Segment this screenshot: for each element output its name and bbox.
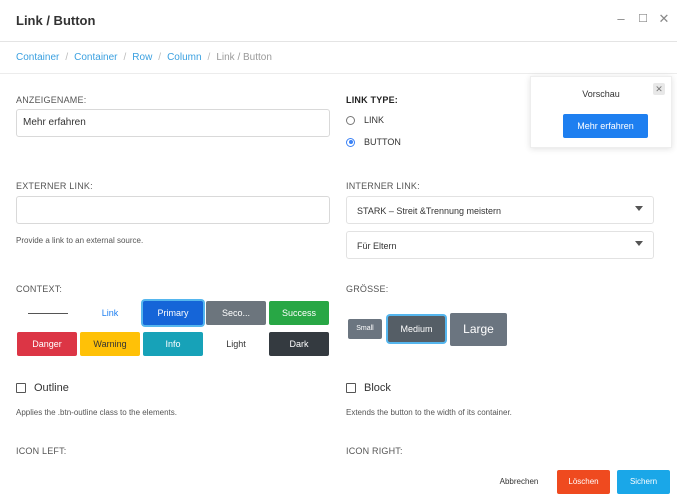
outline-help: Applies the .btn-outline class to the el…	[16, 408, 177, 417]
intern-link-select-value: STARK – Streit &Trennung meistern	[357, 206, 502, 216]
breadcrumb: Container / Container / Row / Column / Link / Bu…	[16, 52, 272, 63]
context-dark-button[interactable]: Dark	[269, 332, 329, 356]
breadcrumb-item-column[interactable]: Column	[167, 52, 201, 63]
intern-link-sub-select[interactable]: Für Eltern	[346, 231, 654, 259]
breadcrumb-separator: /	[123, 52, 127, 63]
block-checkbox-label: Block	[364, 382, 391, 394]
context-light-button[interactable]: Light	[206, 332, 266, 356]
outline-checkbox-box[interactable]	[16, 383, 26, 393]
breadcrumb-item-container[interactable]: Container	[16, 52, 59, 63]
radio-link-indicator[interactable]	[346, 115, 355, 125]
preview-button[interactable]: Mehr erfahren	[563, 114, 648, 138]
context-none-line[interactable]	[28, 313, 68, 314]
block-checkbox-box[interactable]	[346, 383, 356, 393]
breadcrumb-separator: /	[207, 52, 211, 63]
context-warning-button[interactable]: Warning	[80, 332, 140, 356]
extern-link-input[interactable]	[16, 196, 330, 224]
size-small-button[interactable]: Small	[348, 319, 382, 339]
maximize-icon[interactable]: ☐	[636, 11, 650, 27]
breadcrumb-item-container-2[interactable]: Container	[74, 52, 117, 63]
radio-link-label: LINK	[364, 115, 385, 125]
context-link-button[interactable]: Link	[80, 301, 140, 325]
extern-link-help: Provide a link to an external source.	[16, 236, 144, 245]
preview-title: Vorschau	[582, 89, 620, 99]
breadcrumb-separator: /	[65, 52, 69, 63]
breadcrumb-separator: /	[158, 52, 162, 63]
preview-panel: Vorschau ✕ Mehr erfahren	[530, 76, 672, 148]
title-bar: Link / Button – ☐ ✕	[0, 0, 677, 42]
intern-link-select[interactable]: STARK – Streit &Trennung meistern	[346, 196, 654, 224]
context-info-button[interactable]: Info	[143, 332, 203, 356]
delete-button[interactable]: Löschen	[557, 470, 610, 494]
size-label: GRÖSSE:	[346, 284, 389, 294]
save-button[interactable]: Sichern	[617, 470, 670, 494]
divider	[0, 73, 677, 74]
radio-button-label: BUTTON	[364, 137, 401, 147]
outline-checkbox-label: Outline	[34, 382, 69, 394]
context-label: CONTEXT:	[16, 284, 63, 294]
context-primary-button[interactable]: Primary	[143, 301, 203, 325]
intern-link-label: INTERNER LINK:	[346, 181, 420, 191]
chevron-down-icon	[635, 241, 643, 246]
size-medium-button[interactable]: Medium	[388, 316, 445, 342]
window-title: Link / Button	[16, 13, 96, 28]
outline-checkbox[interactable]: Outline	[16, 382, 69, 394]
radio-button-indicator[interactable]	[346, 137, 355, 147]
context-success-button[interactable]: Success	[269, 301, 329, 325]
link-type-label: LINK TYPE:	[346, 95, 399, 105]
close-icon[interactable]: ✕	[657, 11, 671, 27]
minimize-icon[interactable]: –	[614, 11, 628, 27]
breadcrumb-item-current: Link / Button	[216, 52, 272, 63]
preview-close-icon[interactable]: ✕	[653, 83, 665, 95]
extern-link-label: EXTERNER LINK:	[16, 181, 93, 191]
block-checkbox[interactable]: Block	[346, 382, 391, 394]
icon-left-label: ICON LEFT:	[16, 446, 67, 456]
anzeigename-label: ANZEIGENAME:	[16, 95, 87, 105]
anzeigename-input[interactable]: Mehr erfahren	[16, 109, 330, 137]
block-help: Extends the button to the width of its c…	[346, 408, 512, 417]
radio-button[interactable]: BUTTON	[346, 137, 401, 147]
radio-link[interactable]: LINK	[346, 115, 384, 125]
cancel-button[interactable]: Abbrechen	[488, 470, 550, 494]
context-danger-button[interactable]: Danger	[17, 332, 77, 356]
chevron-down-icon	[635, 206, 643, 211]
context-secondary-button[interactable]: Seco...	[206, 301, 266, 325]
intern-link-sub-select-value: Für Eltern	[357, 241, 397, 251]
size-large-button[interactable]: Large	[450, 313, 507, 346]
icon-right-label: ICON RIGHT:	[346, 446, 403, 456]
breadcrumb-item-row[interactable]: Row	[132, 52, 152, 63]
